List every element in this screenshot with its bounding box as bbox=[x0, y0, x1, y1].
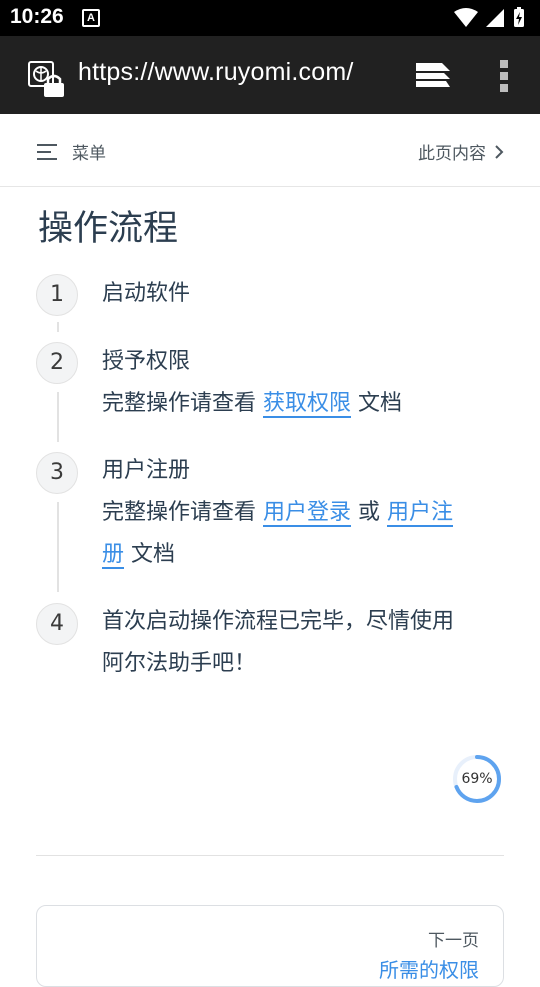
next-page-label: 下一页 bbox=[428, 931, 479, 951]
desc-text: 文档 bbox=[124, 542, 176, 567]
toc-label: 此页内容 bbox=[418, 144, 486, 164]
desc-text: 完整操作请查看 bbox=[102, 391, 263, 416]
step-title: 启动软件 bbox=[102, 281, 191, 306]
user-register-link[interactable]: 册 bbox=[102, 542, 125, 569]
step-desc: 册 文档 bbox=[102, 534, 492, 576]
hamburger-icon[interactable] bbox=[37, 144, 59, 164]
desc-text: 完整操作请查看 bbox=[102, 500, 263, 525]
next-page-title[interactable]: 所需的权限 bbox=[379, 954, 479, 983]
tabs-icon[interactable] bbox=[412, 61, 452, 95]
site-security-icon[interactable] bbox=[28, 61, 68, 101]
menu-button[interactable]: 菜单 bbox=[72, 139, 106, 164]
desc-text: 或 bbox=[351, 500, 388, 525]
overflow-menu-icon[interactable] bbox=[498, 58, 510, 98]
step-text: 授予权限 完整操作请查看 获取权限 文档 bbox=[102, 341, 492, 425]
user-register-link[interactable]: 用户注 bbox=[387, 500, 454, 527]
step-title: 授予权限 bbox=[102, 349, 191, 374]
step-number: 1 bbox=[36, 274, 78, 316]
step-title: 阿尔法助手吧！ bbox=[102, 651, 257, 676]
signal-icon bbox=[486, 9, 504, 27]
step-connector bbox=[57, 392, 59, 442]
step-title: 用户注册 bbox=[102, 458, 191, 483]
step-desc: 完整操作请查看 用户登录 或 用户注 bbox=[102, 492, 492, 534]
browser-toolbar: https://www.ruyomi.com/ bbox=[0, 36, 540, 114]
desc-text: 文档 bbox=[351, 391, 403, 416]
doc-navbar: 菜单 此页内容 bbox=[0, 114, 540, 187]
step-text: 用户注册 完整操作请查看 用户登录 或 用户注 册 文档 bbox=[102, 450, 492, 576]
status-icons bbox=[452, 6, 532, 34]
step-number: 4 bbox=[36, 603, 78, 645]
status-bar: 10:26 A bbox=[0, 0, 540, 36]
step-desc: 完整操作请查看 获取权限 文档 bbox=[102, 383, 492, 425]
wifi-icon bbox=[454, 8, 478, 27]
step-number: 2 bbox=[36, 342, 78, 384]
get-permissions-link[interactable]: 获取权限 bbox=[263, 391, 352, 418]
step-text: 首次启动操作流程已完毕，尽情使用 阿尔法助手吧！ bbox=[102, 601, 492, 685]
status-time: 10:26 bbox=[10, 5, 64, 28]
progress-label: 69% bbox=[461, 771, 493, 787]
step-number: 3 bbox=[36, 452, 78, 494]
step-title: 首次启动操作流程已完毕，尽情使用 bbox=[102, 609, 455, 634]
user-login-link[interactable]: 用户登录 bbox=[263, 500, 352, 527]
step-connector bbox=[57, 322, 59, 332]
on-this-page-button[interactable]: 此页内容 bbox=[418, 139, 504, 164]
chevron-right-icon bbox=[495, 144, 504, 159]
battery-icon bbox=[514, 7, 524, 27]
url-text[interactable]: https://www.ruyomi.com/ bbox=[78, 58, 354, 87]
notification-a-icon: A bbox=[82, 9, 100, 27]
divider bbox=[36, 855, 504, 856]
step-text: 启动软件 bbox=[102, 273, 492, 315]
step-connector bbox=[57, 502, 59, 592]
next-page-card[interactable]: 下一页 所需的权限 bbox=[36, 905, 504, 987]
page-title: 操作流程 bbox=[38, 209, 179, 249]
